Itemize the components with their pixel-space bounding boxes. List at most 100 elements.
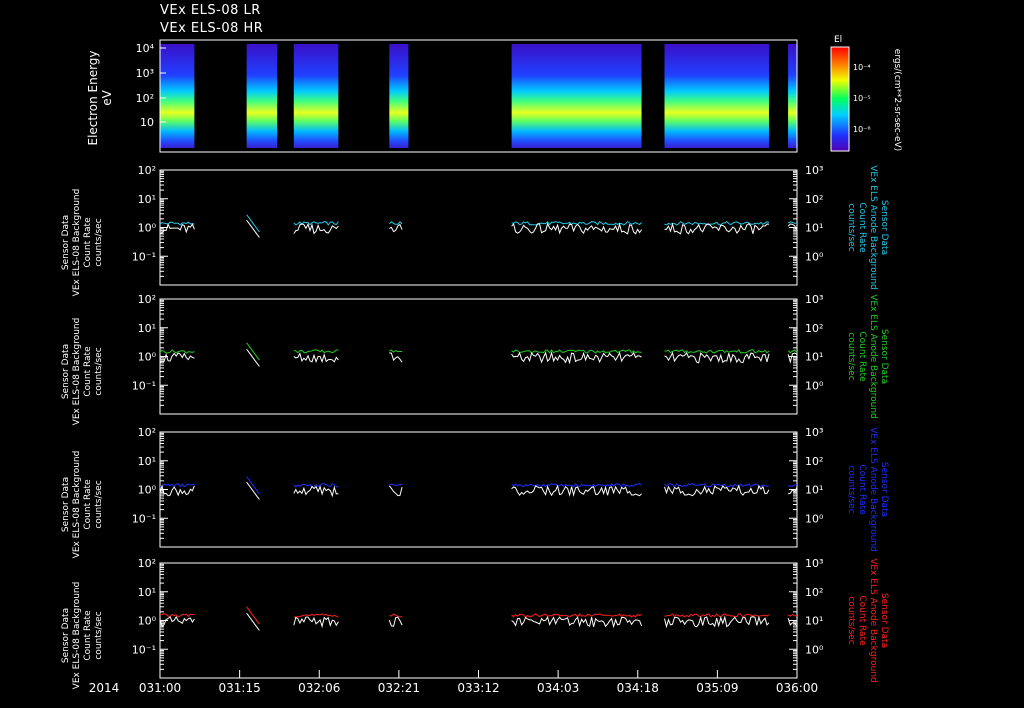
panel-right-ylabel-line: VEx ELS Anode Background <box>868 427 878 551</box>
panel-right-ylabel-line: Sensor Data <box>879 593 889 648</box>
panel-ylabel-line: Count Rate <box>83 217 93 268</box>
panel-right-ylabel-line: VEx ELS Anode Background <box>868 165 878 289</box>
colorbar-tick-label: 10⁻⁵ <box>853 94 871 103</box>
right-tick-label: 10¹ <box>805 484 823 497</box>
panel-right-ylabel-line: Sensor Data <box>879 329 889 384</box>
left-tick-label: 10² <box>138 293 156 306</box>
panel-right-ylabel-line: counts/sec <box>846 332 856 380</box>
right-tick-label: 10³ <box>805 557 823 570</box>
right-tick-label: 10¹ <box>805 222 823 235</box>
spectrogram-ytick-label: 10² <box>136 92 154 105</box>
panel-ylabel-line: VEx ELS-08 Background <box>72 451 82 559</box>
spectrogram-block <box>511 44 642 148</box>
colorbar-tick-label: 10⁻⁴ <box>853 63 871 72</box>
right-tick-label: 10³ <box>805 164 823 177</box>
panel-frame <box>159 298 798 415</box>
panel-ylabel-line: Sensor Data <box>61 477 71 532</box>
colorbar-label: El <box>834 35 842 45</box>
spectrogram-panel: 10⁴ 10³ 10² 10 Electron Energy eV <box>86 39 798 153</box>
left-tick-label: 10² <box>138 426 156 439</box>
spectrogram-block <box>389 44 409 148</box>
panel-ylabel-line: Count Rate <box>83 479 93 530</box>
spectrogram-ytick-label: 10⁴ <box>136 42 155 55</box>
colorbar-units: ergs/(cm**2-sr-sec-eV) <box>892 49 902 151</box>
panel-ylabel-line: VEx ELS-08 Background <box>72 189 82 297</box>
panel-right-ylabel-line: counts/sec <box>846 203 856 251</box>
count-rate-panel-red: 10² 10³10¹ 10²10⁰ 10¹10⁻¹ 10⁰Sensor Data VEx … <box>61 557 889 689</box>
left-tick-label: 10¹ <box>138 322 156 335</box>
spectrogram-block <box>664 44 769 148</box>
time-tick-label: 034:18 <box>617 681 659 695</box>
panel-right-ylabel-line: Sensor Data <box>879 200 889 255</box>
time-tick-label: 032:21 <box>378 681 420 695</box>
colorbar: El 10⁻⁴ 10⁻⁵ 10⁻⁶ ergs/(cm**2-sr-sec-eV) <box>830 35 902 152</box>
panel-right-ylabel-line: counts/sec <box>846 596 856 644</box>
left-tick-label: 10² <box>138 164 156 177</box>
panel-ylabel-line: Count Rate <box>83 610 93 661</box>
left-tick-label: 10⁻¹ <box>132 250 156 263</box>
right-tick-label: 10⁰ <box>805 643 824 656</box>
plot-canvas: 10⁴ 10³ 10² 10 Electron Energy eV 10² 10³ 10¹ 10… <box>61 35 902 695</box>
count-rate-panel-blue: 10² 10³10¹ 10²10⁰ 10¹10⁻¹ 10⁰Sensor Data VEx … <box>61 426 889 558</box>
panel-right-ylabel-line: Count Rate <box>857 464 867 515</box>
left-tick-label: 10¹ <box>138 586 156 599</box>
right-tick-label: 10² <box>805 322 823 335</box>
time-tick-label: 036:00 <box>776 681 818 695</box>
right-tick-label: 10² <box>805 193 823 206</box>
panel-ylabel-line: Sensor Data <box>61 608 71 663</box>
panel-ylabel-line: counts/sec <box>94 480 104 528</box>
left-tick-label: 10⁻¹ <box>132 379 156 392</box>
right-tick-label: 10⁰ <box>805 379 824 392</box>
left-tick-label: 10⁰ <box>138 351 157 364</box>
spectrogram-ytick-label: 10³ <box>136 67 154 80</box>
time-tick-label: 033:12 <box>457 681 499 695</box>
time-tick-label: 034:03 <box>537 681 579 695</box>
time-tick-label: 031:00 <box>139 681 181 695</box>
panel-right-ylabel-line: counts/sec <box>846 465 856 513</box>
spectrogram-block <box>788 44 797 148</box>
spectrogram-block <box>246 44 278 148</box>
spectrogram-block <box>160 44 195 148</box>
spectrogram-ylabel: Electron Energy <box>86 50 100 145</box>
panel-right-ylabel-line: Count Rate <box>857 331 867 382</box>
right-tick-label: 10⁰ <box>805 250 824 263</box>
right-tick-label: 10⁰ <box>805 512 824 525</box>
count-rate-panel-green: 10² 10³10¹ 10²10⁰ 10¹10⁻¹ 10⁰Sensor Data VEx … <box>61 293 889 425</box>
right-tick-label: 10¹ <box>805 351 823 364</box>
spectrogram-block <box>293 44 339 148</box>
right-tick-label: 10² <box>805 455 823 468</box>
left-tick-label: 10¹ <box>138 455 156 468</box>
panel-ylabel-line: counts/sec <box>94 347 104 395</box>
spectrogram-yunit: eV <box>100 89 114 105</box>
panel-ylabel-line: VEx ELS-08 Background <box>72 582 82 690</box>
panel-right-ylabel-line: Sensor Data <box>879 462 889 517</box>
colorbar-tick-label: 10⁻⁶ <box>853 125 871 134</box>
panel-right-ylabel-line: Count Rate <box>857 595 867 646</box>
left-tick-label: 10⁰ <box>138 615 157 628</box>
right-tick-label: 10¹ <box>805 615 823 628</box>
right-tick-label: 10³ <box>805 293 823 306</box>
left-tick-label: 10¹ <box>138 193 156 206</box>
time-year-label: 2014 <box>89 681 120 695</box>
panel-right-ylabel-line: Count Rate <box>857 202 867 253</box>
left-tick-label: 10⁻¹ <box>132 643 156 656</box>
panel-ylabel-line: Count Rate <box>83 346 93 397</box>
count-rate-panel-cyan: 10² 10³10¹ 10²10⁰ 10¹10⁻¹ 10⁰Sensor Data VEx … <box>61 164 889 296</box>
right-tick-label: 10³ <box>805 426 823 439</box>
left-tick-label: 10⁻¹ <box>132 512 156 525</box>
panel-ylabel-line: VEx ELS-08 Background <box>72 318 82 426</box>
right-tick-label: 10² <box>805 586 823 599</box>
time-tick-label: 035:09 <box>696 681 738 695</box>
left-tick-label: 10⁰ <box>138 484 157 497</box>
spectrogram-ytick-label: 10 <box>140 116 154 129</box>
panel-ylabel-line: Sensor Data <box>61 215 71 270</box>
time-tick-label: 031:15 <box>219 681 261 695</box>
panel-ylabel-line: Sensor Data <box>61 344 71 399</box>
panel-right-ylabel-line: VEx ELS Anode Background <box>868 558 878 682</box>
panel-ylabel-line: counts/sec <box>94 218 104 266</box>
colorbar-gradient <box>830 46 850 152</box>
time-tick-label: 032:06 <box>298 681 340 695</box>
panel-ylabel-line: counts/sec <box>94 611 104 659</box>
left-tick-label: 10⁰ <box>138 222 157 235</box>
left-tick-label: 10² <box>138 557 156 570</box>
